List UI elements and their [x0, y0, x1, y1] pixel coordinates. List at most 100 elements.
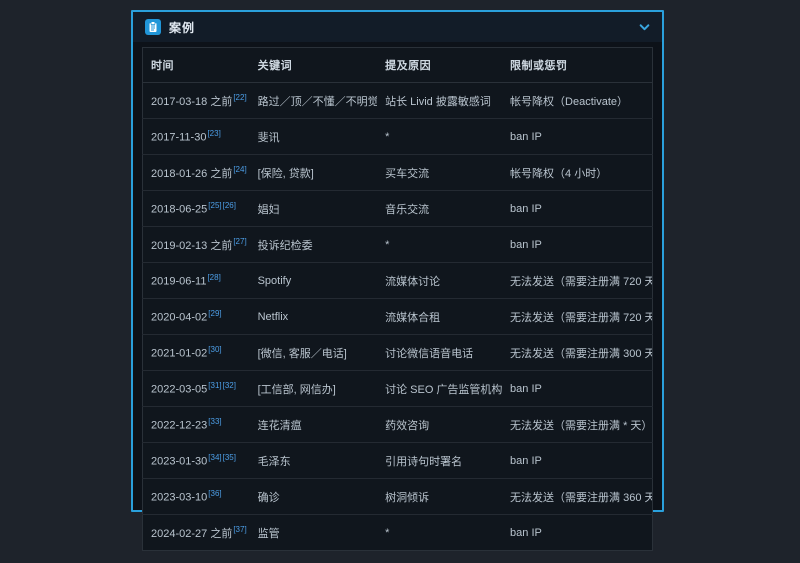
cell-penalty: ban IP: [502, 443, 652, 479]
citation-link[interactable]: [35]: [223, 453, 236, 462]
citation-link[interactable]: [31]: [208, 381, 221, 390]
cell-penalty: ban IP: [502, 191, 652, 227]
cell-time: 2022-12-23[33]: [143, 407, 250, 443]
table-row: 2019-06-11[28] Spotify 流媒体讨论 无法发送（需要注册满 …: [143, 263, 653, 299]
cell-keyword: 连花清瘟: [250, 407, 378, 443]
cell-keyword: [微信, 客服／电话]: [250, 335, 378, 371]
table-row: 2017-11-30[23] 斐讯 * ban IP: [143, 119, 653, 155]
cell-penalty: ban IP: [502, 227, 652, 263]
citation-link[interactable]: [30]: [208, 345, 221, 354]
cell-keyword: 确诊: [250, 479, 378, 515]
citation-refs: [33]: [207, 420, 221, 432]
time-text: 2020-04-02: [151, 312, 207, 324]
citation-link[interactable]: [33]: [208, 417, 221, 426]
cell-penalty: 无法发送（需要注册满 720 天）: [502, 263, 652, 299]
citation-refs: [25][26]: [207, 204, 236, 216]
table-row: 2022-12-23[33] 连花清瘟 药效咨询 无法发送（需要注册满 * 天）: [143, 407, 653, 443]
table-row: 2022-03-05[31][32] [工信部, 网信办] 讨论 SEO 广告监…: [143, 371, 653, 407]
cell-penalty: 无法发送（需要注册满 360 天）: [502, 479, 652, 515]
cell-time: 2019-06-11[28]: [143, 263, 250, 299]
time-text: 2024-02-27 之前: [151, 528, 232, 540]
clipboard-icon: [145, 19, 161, 35]
cell-penalty: 无法发送（需要注册满 300 天）: [502, 335, 652, 371]
citation-link[interactable]: [28]: [207, 273, 220, 282]
citation-refs: [29]: [207, 312, 221, 324]
time-text: 2018-01-26 之前: [151, 168, 232, 180]
cell-keyword: Netflix: [250, 299, 378, 335]
citation-refs: [36]: [207, 492, 221, 504]
citation-link[interactable]: [29]: [208, 309, 221, 318]
time-text: 2022-12-23: [151, 420, 207, 432]
citation-link[interactable]: [25]: [208, 201, 221, 210]
citation-refs: [23]: [206, 132, 220, 144]
cell-penalty: 帐号降权（4 小时）: [502, 155, 652, 191]
table-row: 2017-03-18 之前[22] 路过／顶／不懂／不明觉厉 站长 Livid …: [143, 83, 653, 119]
cell-keyword: 路过／顶／不懂／不明觉厉: [250, 83, 378, 119]
cell-reason: 流媒体合租: [377, 299, 502, 335]
cell-penalty: 无法发送（需要注册满 * 天）: [502, 407, 652, 443]
cell-time: 2018-06-25[25][26]: [143, 191, 250, 227]
page-background: 案例 时间 关键词 提及原因 限制或惩罚: [0, 0, 800, 520]
citation-refs: [37]: [232, 528, 246, 540]
citation-link[interactable]: [36]: [208, 489, 221, 498]
citation-link[interactable]: [34]: [208, 453, 221, 462]
cell-penalty: 无法发送（需要注册满 720 天）: [502, 299, 652, 335]
cell-reason: 引用诗句时署名: [377, 443, 502, 479]
time-text: 2019-02-13 之前: [151, 240, 232, 252]
panel-header[interactable]: 案例: [133, 12, 662, 42]
table-header-row: 时间 关键词 提及原因 限制或惩罚: [143, 48, 653, 83]
citation-link[interactable]: [27]: [233, 237, 246, 246]
time-text: 2018-06-25: [151, 204, 207, 216]
cell-reason: 树洞倾诉: [377, 479, 502, 515]
citation-refs: [30]: [207, 348, 221, 360]
citation-link[interactable]: [26]: [223, 201, 236, 210]
cell-keyword: [工信部, 网信办]: [250, 371, 378, 407]
cell-time: 2020-04-02[29]: [143, 299, 250, 335]
panel-body: 时间 关键词 提及原因 限制或惩罚 2017-03-18 之前[22] 路过／顶…: [133, 42, 662, 563]
time-text: 2022-03-05: [151, 384, 207, 396]
citation-link[interactable]: [24]: [233, 165, 246, 174]
cell-reason: 站长 Livid 披露敏感词: [377, 83, 502, 119]
cell-reason: 讨论微信语音电话: [377, 335, 502, 371]
table-body: 2017-03-18 之前[22] 路过／顶／不懂／不明觉厉 站长 Livid …: [143, 83, 653, 551]
cell-time: 2023-03-10[36]: [143, 479, 250, 515]
cell-reason: 音乐交流: [377, 191, 502, 227]
citation-refs: [24]: [232, 168, 246, 180]
cell-time: 2018-01-26 之前[24]: [143, 155, 250, 191]
cases-panel: 案例 时间 关键词 提及原因 限制或惩罚: [131, 10, 664, 512]
cell-keyword: 娼妇: [250, 191, 378, 227]
table-row: 2019-02-13 之前[27] 投诉纪检委 * ban IP: [143, 227, 653, 263]
time-text: 2017-03-18 之前: [151, 96, 232, 108]
column-header-time: 时间: [143, 48, 250, 83]
table-row: 2020-04-02[29] Netflix 流媒体合租 无法发送（需要注册满 …: [143, 299, 653, 335]
cell-time: 2019-02-13 之前[27]: [143, 227, 250, 263]
citation-link[interactable]: [37]: [233, 525, 246, 534]
citation-refs: [27]: [232, 240, 246, 252]
cell-penalty: ban IP: [502, 119, 652, 155]
time-text: 2021-01-02: [151, 348, 207, 360]
cell-time: 2022-03-05[31][32]: [143, 371, 250, 407]
time-text: 2017-11-30: [151, 132, 206, 144]
citation-refs: [31][32]: [207, 384, 236, 396]
cell-keyword: Spotify: [250, 263, 378, 299]
cell-reason: 讨论 SEO 广告监管机构: [377, 371, 502, 407]
citation-link[interactable]: [22]: [233, 93, 246, 102]
citation-link[interactable]: [23]: [207, 129, 220, 138]
cell-keyword: [保险, 贷款]: [250, 155, 378, 191]
cell-keyword: 毛泽东: [250, 443, 378, 479]
cell-reason: *: [377, 227, 502, 263]
citation-link[interactable]: [32]: [223, 381, 236, 390]
time-text: 2023-01-30: [151, 456, 207, 468]
cell-penalty: 帐号降权（Deactivate）: [502, 83, 652, 119]
cell-time: 2017-03-18 之前[22]: [143, 83, 250, 119]
citation-refs: [34][35]: [207, 456, 236, 468]
table-row: 2023-01-30[34][35] 毛泽东 引用诗句时署名 ban IP: [143, 443, 653, 479]
column-header-keyword: 关键词: [250, 48, 378, 83]
time-text: 2023-03-10: [151, 492, 207, 504]
chevron-down-icon[interactable]: [639, 22, 650, 33]
cell-penalty: ban IP: [502, 371, 652, 407]
column-header-reason: 提及原因: [377, 48, 502, 83]
cell-reason: 买车交流: [377, 155, 502, 191]
cell-keyword: 投诉纪检委: [250, 227, 378, 263]
table-row: 2018-06-25[25][26] 娼妇 音乐交流 ban IP: [143, 191, 653, 227]
